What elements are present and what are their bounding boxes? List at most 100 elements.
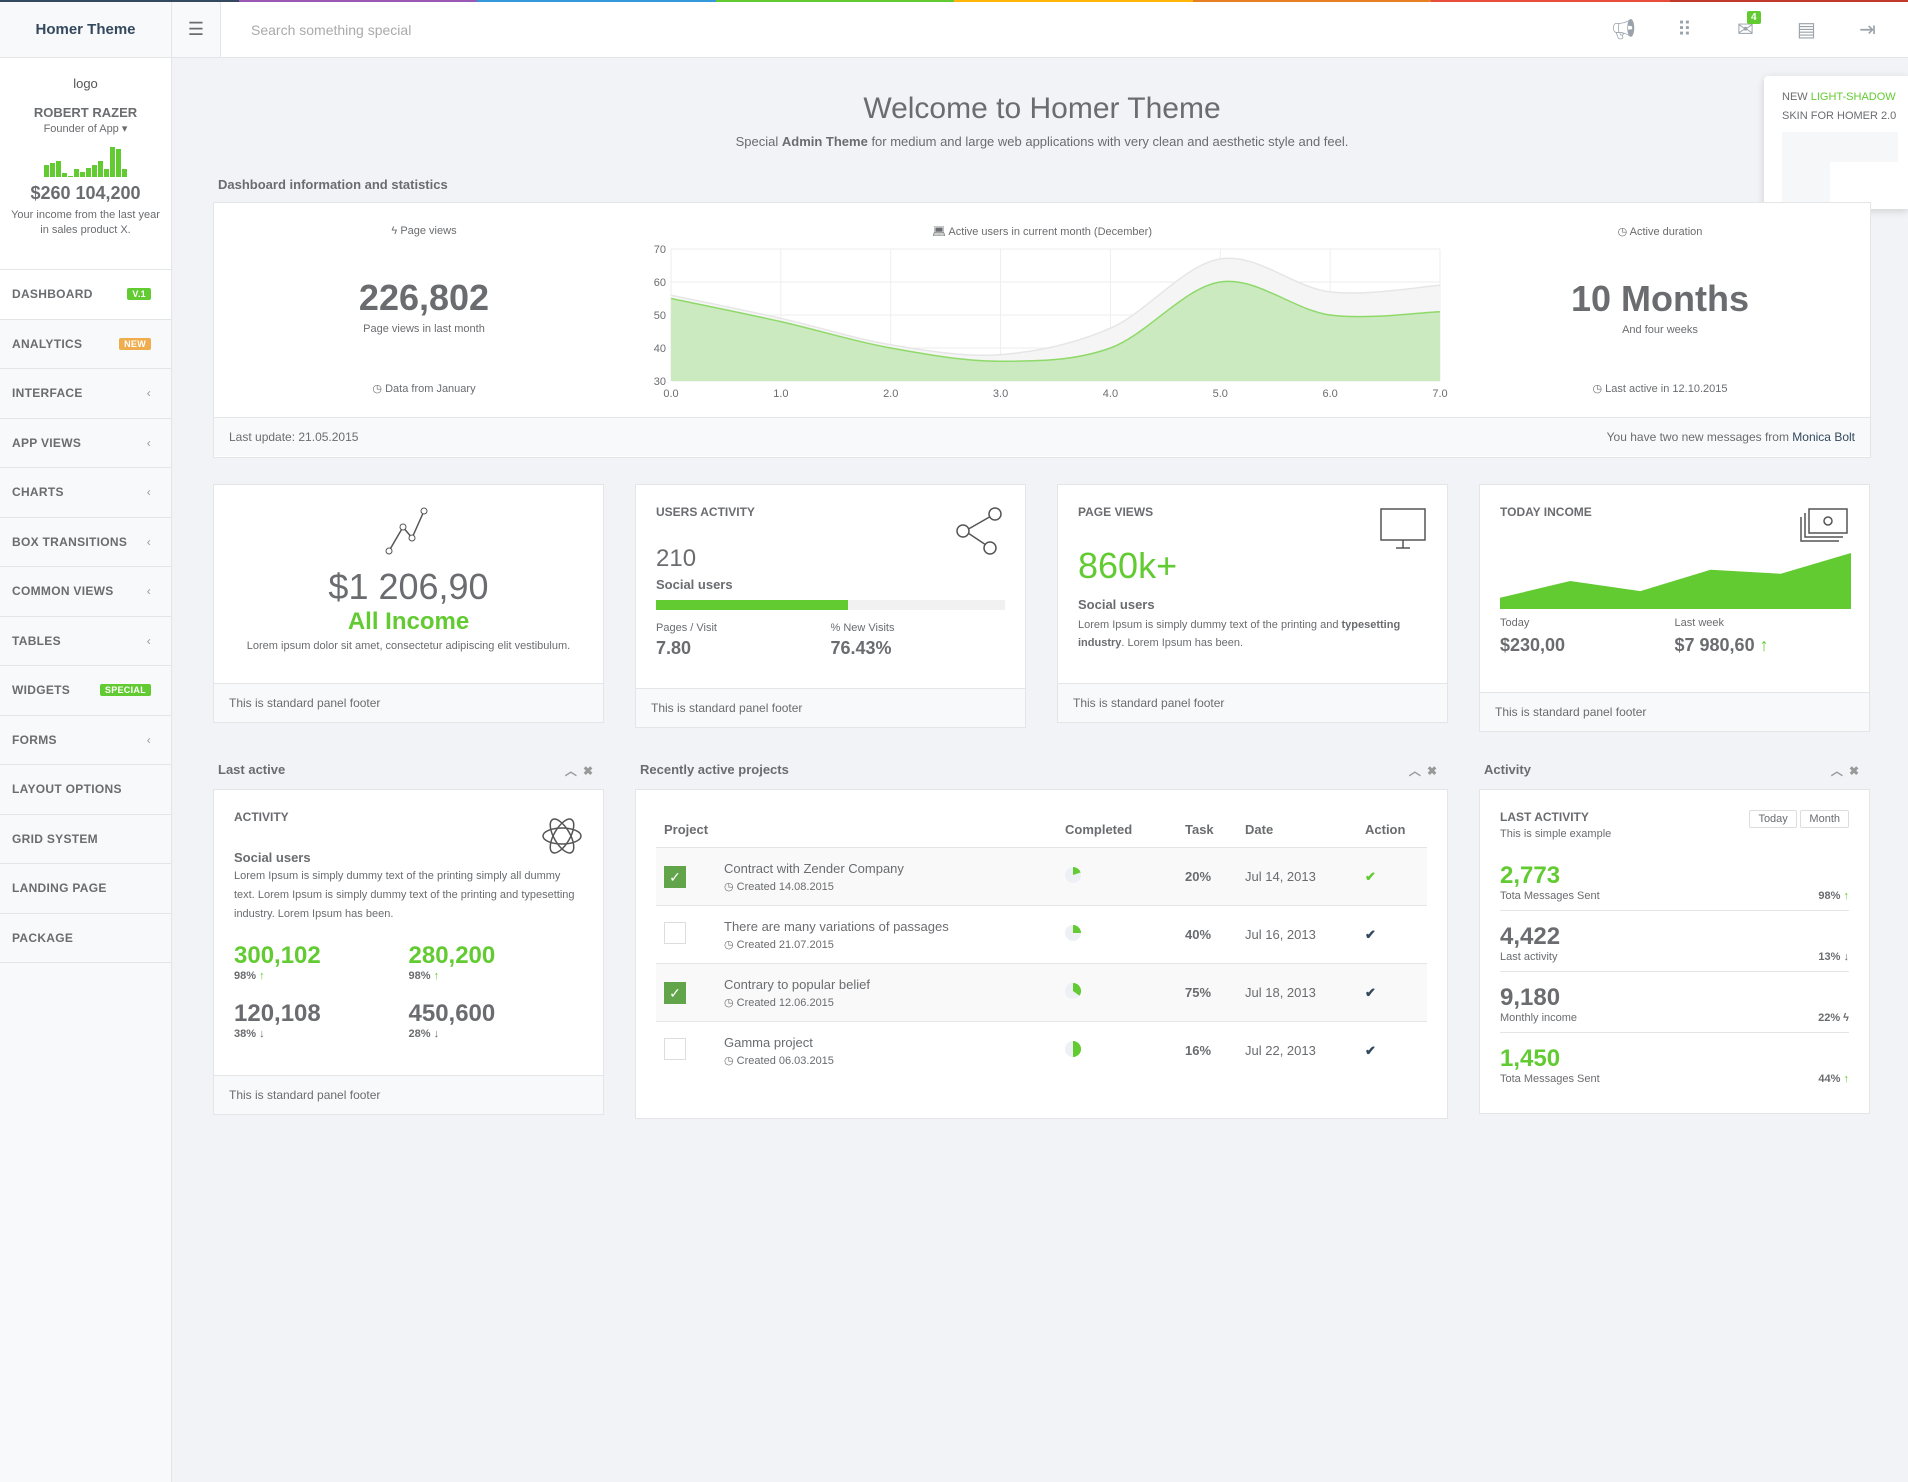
project-name[interactable]: Contrary to popular belief — [724, 977, 1049, 992]
today-button[interactable]: Today — [1749, 810, 1797, 828]
nav-item-charts[interactable]: CHARTS ‹ — [0, 468, 171, 518]
x-tick-label: 1.0 — [773, 388, 788, 400]
collapse-icon[interactable]: ︿ — [1831, 764, 1849, 778]
active-duration-stat: ◷ Active duration 10 Months And four wee… — [1450, 203, 1870, 417]
top-header: Homer Theme ☰ 📢︎ ⠿ ✉4 ▤ ⇥ — [0, 2, 1908, 58]
nav-item-app-views[interactable]: APP VIEWS ‹ — [0, 419, 171, 468]
profile-role-dropdown[interactable]: Founder of App ▾ — [8, 122, 163, 135]
close-icon[interactable]: ✖ — [1849, 764, 1865, 778]
task-percent: 40% — [1177, 905, 1237, 964]
activity-label: Tota Messages Sent — [1500, 1073, 1600, 1085]
page-subtitle: Special Admin Theme for medium and large… — [735, 134, 1349, 149]
month-button[interactable]: Month — [1800, 810, 1849, 828]
project-name[interactable]: There are many variations of passages — [724, 919, 1049, 934]
nav-item-common-views[interactable]: COMMON VIEWS ‹ — [0, 567, 171, 617]
nav-item-analytics[interactable]: ANALYTICS NEW — [0, 320, 171, 369]
stat-sub: And four weeks — [1622, 324, 1698, 336]
close-icon[interactable]: ✖ — [583, 764, 599, 778]
menu-toggle-icon[interactable]: ☰ — [172, 2, 221, 57]
profile-income: $260 104,200 — [30, 183, 141, 203]
dashboard-footer: Last update: 21.05.2015 You have two new… — [214, 417, 1870, 456]
panel-heading: Recently active projects — [640, 762, 789, 777]
income-text: Lorem ipsum dolor sit amet, consectetur … — [246, 640, 571, 652]
column-header[interactable]: Task — [1177, 812, 1237, 848]
close-icon[interactable]: ✖ — [1427, 764, 1443, 778]
column-header[interactable]: Completed — [1057, 812, 1177, 848]
arrow-down-icon: ↓ — [1843, 951, 1850, 963]
nav-item-tables[interactable]: TABLES ‹ — [0, 617, 171, 666]
project-name[interactable]: Gamma project — [724, 1035, 1049, 1050]
activity-value: 1,450 — [1500, 1045, 1561, 1072]
panel-heading: Last active — [218, 762, 286, 777]
stat-percent: 28% — [408, 1028, 431, 1040]
stat-label: Active duration — [1629, 226, 1703, 238]
row-checkbox[interactable] — [664, 922, 686, 944]
stat-value: 300,102 — [234, 942, 321, 969]
check-action-icon[interactable]: ✔ — [1357, 963, 1427, 1022]
nav-item-layout-options[interactable]: LAYOUT OPTIONS — [0, 765, 171, 815]
clock-icon: ◷ — [724, 938, 734, 951]
apps-grid-icon[interactable]: ⠿ — [1654, 17, 1715, 42]
row-checkbox[interactable] — [664, 1038, 686, 1061]
clock-icon: ◷ — [1617, 226, 1628, 238]
task-percent: 20% — [1177, 847, 1237, 906]
nav-label: LAYOUT OPTIONS — [12, 782, 122, 797]
card-title: LAST ACTIVITY — [1500, 810, 1589, 824]
logout-icon[interactable]: ⇥ — [1837, 17, 1898, 42]
caret-down-icon: ▾ — [121, 123, 128, 135]
nav-label: TABLES — [12, 633, 61, 648]
column-header[interactable]: Project — [656, 812, 1057, 848]
check-action-icon[interactable]: ✔ — [1357, 847, 1427, 906]
nav-item-package[interactable]: PACKAGE — [0, 914, 171, 963]
collapse-icon[interactable]: ︿ — [1409, 764, 1427, 778]
today-value: $230,00 — [1500, 635, 1566, 655]
x-tick-label: 2.0 — [883, 388, 898, 400]
brand[interactable]: Homer Theme — [0, 2, 172, 57]
check-action-icon[interactable]: ✔ — [1357, 905, 1427, 964]
page-views-stat: ϟ Page views 226,802 Page views in last … — [214, 203, 634, 417]
spark-bar — [86, 168, 91, 177]
stat-percent: 38% — [234, 1028, 257, 1040]
main-content: Welcome to Homer Theme Special Admin The… — [213, 58, 1871, 1119]
row-checkbox[interactable]: ✓ — [664, 865, 686, 888]
card-title: ACTIVITY — [234, 810, 289, 824]
nav-label: LANDING PAGE — [12, 881, 107, 896]
completion-pie — [1065, 867, 1081, 883]
arrow-down-icon: ↓ — [259, 1028, 265, 1040]
collapse-icon[interactable]: ︿ — [565, 764, 583, 778]
search-input[interactable] — [221, 2, 1593, 57]
nav-item-landing-page[interactable]: LANDING PAGE — [0, 864, 171, 914]
row-checkbox[interactable]: ✓ — [664, 981, 686, 1004]
column-header[interactable]: Action — [1357, 812, 1427, 848]
nav-item-box-transitions[interactable]: BOX TRANSITIONS ‹ — [0, 518, 171, 567]
social-users-label: Social users — [234, 850, 311, 865]
activity-percent: 22% — [1818, 1012, 1841, 1024]
project-name[interactable]: Contract with Zender Company — [724, 861, 1049, 876]
users-activity-card: USERS ACTIVITY 210 Social users Pages / … — [635, 484, 1026, 728]
panel-footer: This is standard panel footer — [214, 1075, 603, 1114]
y-tick-label: 40 — [654, 343, 666, 355]
bolt-icon: ϟ — [1843, 1012, 1849, 1024]
nav-item-widgets[interactable]: WIDGETS SPECIAL — [0, 666, 171, 716]
spark-bar — [98, 161, 103, 177]
news-icon[interactable]: ▤ — [1776, 17, 1837, 42]
chevron-left-icon: ‹ — [146, 584, 151, 599]
column-header[interactable]: Date — [1237, 812, 1357, 848]
card-title: TODAY INCOME — [1500, 505, 1592, 519]
nav-item-interface[interactable]: INTERFACE ‹ — [0, 369, 171, 419]
mail-icon[interactable]: ✉ 4 — [1715, 11, 1776, 42]
active-users-chart: 💻︎ Active users in current month (Decemb… — [634, 203, 1450, 417]
income-label: All Income — [347, 608, 470, 635]
spark-bar — [92, 165, 97, 177]
spark-bar — [74, 169, 79, 177]
stat-sub: Page views in last month — [363, 323, 485, 335]
nav-item-dashboard[interactable]: DASHBOARD V.1 — [0, 270, 171, 320]
nav-item-grid-system[interactable]: GRID SYSTEM — [0, 815, 171, 864]
nav-item-forms[interactable]: FORMS ‹ — [0, 716, 171, 765]
task-percent: 16% — [1177, 1021, 1237, 1080]
megaphone-icon[interactable]: 📢︎ — [1593, 17, 1654, 42]
monica-bolt-link[interactable]: Monica Bolt — [1792, 430, 1855, 444]
check-action-icon[interactable]: ✔ — [1357, 1021, 1427, 1080]
y-tick-label: 70 — [654, 244, 666, 256]
x-tick-label: 0.0 — [663, 388, 678, 400]
